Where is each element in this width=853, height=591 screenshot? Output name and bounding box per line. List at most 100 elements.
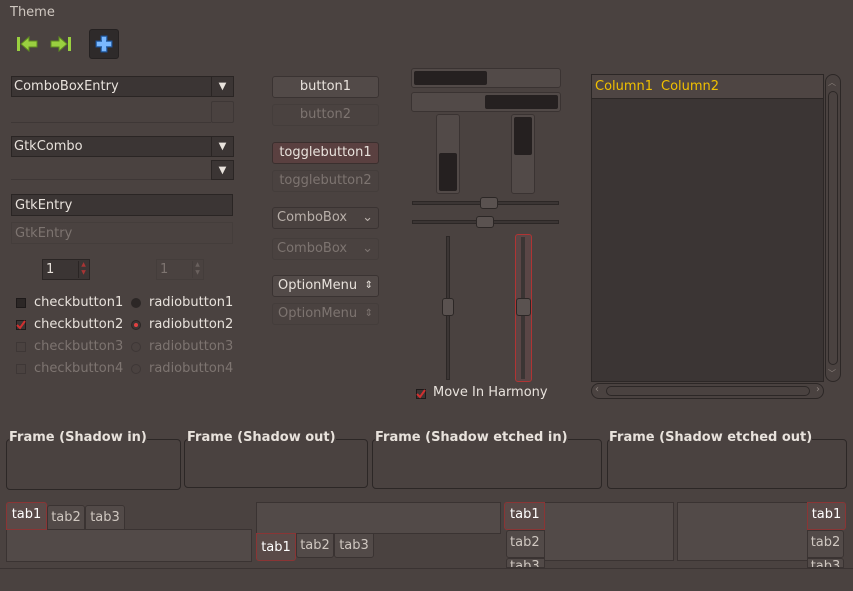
notebook-right-tab1[interactable]: tab1 — [807, 502, 846, 530]
combobox1[interactable]: ComboBox ⌄ — [272, 207, 379, 229]
chevron-down-icon: ▼ — [218, 165, 227, 176]
checkbox-4 — [16, 364, 26, 374]
notebook-top-tab3[interactable]: tab3 — [85, 505, 125, 530]
vscale-1-slider[interactable] — [442, 298, 454, 316]
scroll-down-icon[interactable]: ﹀ — [828, 368, 836, 379]
radio-1[interactable] — [131, 298, 141, 308]
togglebutton2: togglebutton2 — [272, 170, 379, 192]
scrollbar-thumb[interactable] — [828, 91, 838, 365]
notebook-bottom-tab2[interactable]: tab2 — [296, 533, 334, 558]
gtk-combo-text: GtkCombo — [14, 139, 83, 154]
go-last-icon — [50, 35, 71, 53]
combo-box-entry-insensitive-button — [211, 101, 234, 123]
gtk-combo[interactable]: GtkCombo ▼ — [11, 136, 234, 157]
spin-button-insensitive: 1 ▲ ▼ — [156, 259, 204, 280]
radiobutton3-label: radiobutton3 — [149, 339, 234, 354]
frame-shadow-out — [184, 439, 368, 488]
frame-shadow-in-label: Frame (Shadow in) — [9, 430, 147, 445]
gtk-entry-insensitive-text: GtkEntry — [15, 226, 73, 241]
spin-button-insensitive-value: 1 — [160, 262, 169, 277]
go-first-icon — [17, 35, 38, 53]
combo-box-entry-text: ComboBoxEntry — [14, 79, 119, 94]
chevron-down-icon: ⌄ — [362, 241, 373, 256]
button1[interactable]: button1 — [272, 76, 379, 98]
scroll-right-icon[interactable]: › — [816, 384, 820, 395]
combobox1-label: ComboBox — [277, 210, 348, 225]
notebook-top-tab1[interactable]: tab1 — [6, 502, 47, 530]
notebook-top-tab2[interactable]: tab2 — [47, 505, 85, 530]
updown-arrows-icon: ⇕ — [364, 280, 373, 291]
checkbox-3 — [16, 342, 26, 352]
chevron-down-icon: ⌄ — [362, 210, 373, 225]
scroll-up-icon[interactable]: ︿ — [828, 77, 836, 88]
gtk-entry-insensitive: GtkEntry — [11, 222, 233, 244]
notebook-left-tab2[interactable]: tab2 — [506, 530, 545, 558]
button2: button2 — [272, 104, 379, 126]
spin-button-value: 1 — [46, 262, 55, 277]
scroll-left-icon[interactable]: ‹ — [595, 384, 599, 395]
checkbutton3-label: checkbutton3 — [34, 339, 124, 354]
combo-box-entry[interactable]: ComboBoxEntry ▼ — [11, 76, 234, 97]
notebook-left-tab3[interactable]: tab3 — [506, 558, 545, 568]
spin-arrows-icon: ▲ ▼ — [192, 261, 202, 278]
gtk-entry[interactable]: GtkEntry — [11, 194, 233, 216]
progress-fill — [485, 95, 558, 109]
option-menu-1[interactable]: OptionMenu ⇕ — [272, 275, 379, 297]
check-mark-icon — [416, 389, 426, 399]
go-first-button[interactable] — [12, 29, 42, 59]
notebook-right-tab3[interactable]: tab3 — [807, 558, 844, 568]
checkbox-2[interactable] — [16, 320, 26, 330]
tree-horizontal-scrollbar[interactable]: ‹ › — [591, 383, 824, 399]
combobox2-label: ComboBox — [277, 241, 348, 256]
frame-shadow-etched-out — [607, 439, 847, 489]
radiobutton4-label: radiobutton4 — [149, 361, 234, 376]
progress-bar-horizontal-1 — [411, 68, 561, 88]
chevron-down-icon[interactable]: ▼ — [211, 137, 233, 156]
radiobutton1-label: radiobutton1 — [149, 295, 234, 310]
progress-bar-horizontal-2 — [411, 92, 561, 112]
radio-4 — [131, 364, 141, 374]
go-last-button[interactable] — [46, 29, 76, 59]
notebook-right-tab2[interactable]: tab2 — [807, 530, 844, 558]
checkbutton2-label: checkbutton2 — [34, 317, 124, 332]
notebook-bottom-tab3[interactable]: tab3 — [334, 533, 374, 558]
checkbutton1-label: checkbutton1 — [34, 295, 124, 310]
tree-view[interactable]: Column1 Column2 — [591, 74, 824, 382]
gtk-combo-insensitive — [11, 160, 211, 180]
add-icon — [95, 35, 113, 53]
notebook-bottom-tab1[interactable]: tab1 — [256, 533, 296, 561]
hscale-2-slider[interactable] — [476, 216, 494, 228]
progress-fill — [414, 71, 487, 85]
option-menu-1-label: OptionMenu — [278, 278, 358, 293]
progress-fill — [514, 117, 532, 155]
radio-dot-icon — [134, 323, 138, 327]
notebook-left-page — [544, 502, 674, 561]
tree-vertical-scrollbar[interactable]: ︿ ﹀ — [825, 74, 841, 382]
radiobutton2-label: radiobutton2 — [149, 317, 234, 332]
frame-shadow-etched-in — [372, 439, 602, 489]
status-area — [0, 568, 853, 591]
add-button[interactable] — [89, 29, 119, 59]
radio-2[interactable] — [131, 320, 141, 330]
scrollbar-thumb[interactable] — [606, 386, 810, 396]
progress-bar-vertical-1 — [436, 114, 460, 194]
tree-header: Column1 Column2 — [592, 75, 823, 99]
togglebutton1[interactable]: togglebutton1 — [272, 142, 379, 164]
hscale-1-slider[interactable] — [480, 197, 498, 209]
spin-button[interactable]: 1 ▲ ▼ — [42, 259, 90, 280]
spin-arrows-icon[interactable]: ▲ ▼ — [78, 261, 88, 278]
combobox2: ComboBox ⌄ — [272, 238, 379, 260]
notebook-left-tab1[interactable]: tab1 — [504, 502, 545, 530]
checkbox-1[interactable] — [16, 298, 26, 308]
progress-bar-vertical-2 — [511, 114, 535, 194]
toolbar — [0, 26, 853, 62]
chevron-down-icon[interactable]: ▼ — [211, 77, 233, 96]
gtk-entry-text: GtkEntry — [15, 198, 73, 213]
checkbutton4-label: checkbutton4 — [34, 361, 124, 376]
gtk-combo-insensitive-button: ▼ — [211, 160, 234, 180]
move-in-harmony-checkbox[interactable] — [416, 389, 426, 399]
vscale-2-slider[interactable] — [516, 298, 531, 316]
tree-column1-header[interactable]: Column1 — [595, 79, 653, 94]
tree-column2-header[interactable]: Column2 — [661, 79, 719, 94]
check-mark-icon — [16, 320, 26, 330]
